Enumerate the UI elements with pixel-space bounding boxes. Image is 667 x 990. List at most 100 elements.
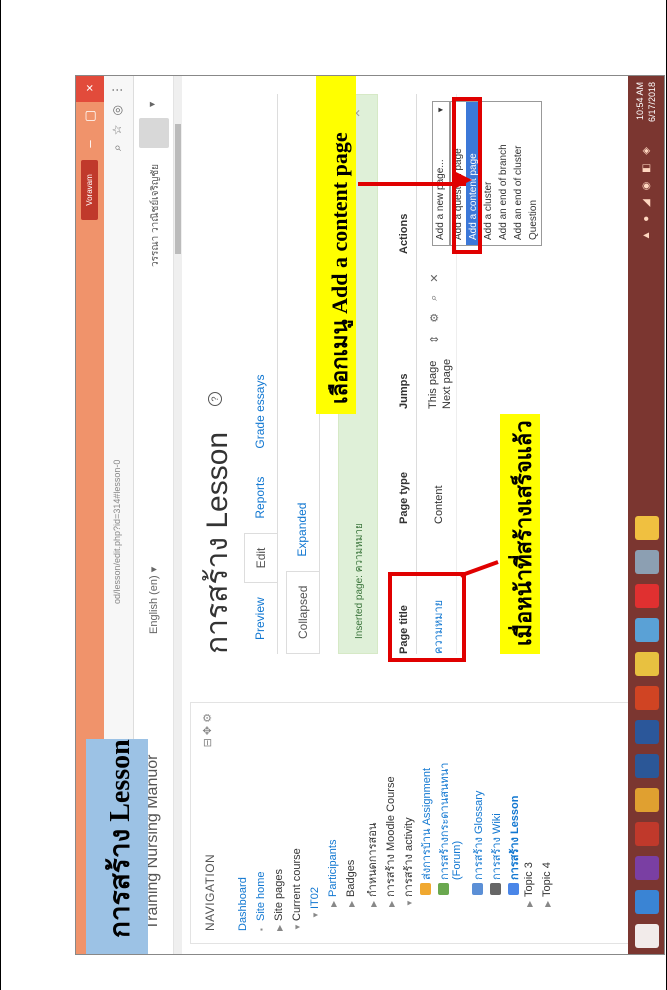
collapse-icon: ▼	[311, 911, 320, 919]
tab-reports[interactable]: Reports	[244, 462, 278, 533]
bullet-icon: ▪	[257, 928, 266, 931]
horizontal-scrollbar[interactable]	[174, 75, 182, 954]
ie-icon[interactable]	[635, 890, 659, 914]
tab-preview[interactable]: Preview	[244, 583, 278, 654]
tab-grade-essays[interactable]: Grade essays	[244, 360, 278, 463]
help-icon[interactable]: ?	[208, 392, 222, 406]
nav-item-label: Topic 4	[541, 862, 553, 897]
note-done-label: เมื่อหน้าที่สร้างเสร็จแล้ว	[500, 414, 540, 654]
tab-collapsed[interactable]: Collapsed	[286, 570, 320, 654]
nav-item-schedule[interactable]: ▶ กำหนดการสอน	[363, 823, 381, 907]
nav-item-label: การสร้าง Glossary	[473, 790, 485, 880]
col-header-jumps: Jumps	[398, 373, 410, 409]
menu-icon[interactable]: ⋮	[110, 84, 125, 96]
nav-item-topic-4[interactable]: ▶ Topic 4	[541, 862, 553, 907]
user-name[interactable]: วรรณา วาณิชย์เจริญชัย	[148, 164, 163, 267]
collapse-icon: ▼	[405, 899, 414, 907]
expand-icon: ▶	[329, 900, 338, 907]
collapse-icon: ▼	[293, 923, 302, 931]
gear-icon[interactable]: ⚙	[428, 313, 441, 323]
block-controls-icon[interactable]: ⊟ ✥ ⚙	[201, 713, 214, 747]
option-cluster[interactable]: Add a cluster	[481, 102, 496, 245]
note-select-label: เลือกเมนู Add a content page	[316, 75, 356, 414]
option-end-cluster[interactable]: Add an end of cluster	[511, 102, 526, 245]
delete-icon[interactable]: ✕	[428, 274, 441, 283]
note-done-text: เมื่อหน้าที่สร้างเสร็จแล้ว	[511, 420, 536, 646]
nav-item-label: กำหนดการสอน	[367, 822, 379, 897]
nav-item-wiki[interactable]: การสร้าง Wiki	[487, 813, 505, 895]
paint-icon[interactable]	[635, 652, 659, 676]
window-controls: – ▢ ×	[76, 75, 104, 158]
nav-item-current-course[interactable]: ▼ Current course	[291, 848, 303, 931]
app-icon-2[interactable]	[635, 618, 659, 642]
maximize-button[interactable]: ▢	[76, 102, 104, 130]
snipping-icon[interactable]	[635, 550, 659, 574]
chevron-down-icon[interactable]: ▼	[147, 100, 157, 109]
nav-item-label: ส่งการบ้าน Assignment	[421, 767, 433, 880]
clock[interactable]: 10:54 AM 6/17/2018	[634, 82, 658, 122]
nav-item-assignment[interactable]: ส่งการบ้าน Assignment	[417, 768, 435, 895]
url-field[interactable]: od/lesson/edit.php?id=314#lesson-0	[112, 460, 122, 604]
nav-item-badges[interactable]: ▶ Badges	[345, 860, 357, 907]
minimize-button[interactable]: –	[76, 130, 104, 158]
onenote-icon[interactable]	[635, 856, 659, 880]
nav-item-participants[interactable]: ▶ Participants	[327, 840, 339, 907]
nav-item-dashboard[interactable]: Dashboard	[237, 877, 249, 931]
nav-item-glossary[interactable]: การสร้าง Glossary	[469, 791, 487, 895]
nav-item-activity[interactable]: ▼ การสร้าง activity	[399, 817, 417, 907]
windows-start-icon[interactable]	[635, 924, 659, 948]
nav-item-moodle-course[interactable]: ▶ การสร้าง Moodle Course	[381, 776, 399, 907]
nav-item-topic-3[interactable]: ▶ Topic 3	[523, 862, 535, 907]
avatar[interactable]	[139, 118, 169, 148]
nav-item-label: Topic 3	[523, 862, 535, 897]
select-value: Add a new page...	[435, 159, 446, 240]
alert-text: Inserted page: ความหมาย	[354, 523, 365, 639]
expand-icon: ▶	[525, 900, 534, 907]
tab-expanded[interactable]: Expanded	[286, 488, 320, 571]
close-button[interactable]: ×	[76, 75, 104, 102]
forum-icon	[438, 883, 449, 895]
nav-item-label: การสร้าง Lesson	[509, 795, 521, 880]
system-tray[interactable]: ▲ ● ◢ ◉ ◧ ◈	[641, 144, 652, 240]
zoom-icon[interactable]: ⌕	[110, 144, 125, 151]
heading-label: การสร้าง Lesson	[86, 739, 148, 954]
address-bar-icons: ⌕ ☆ ◎ ⋮	[110, 84, 125, 151]
nav-item-label: การสร้าง Wiki	[491, 813, 503, 880]
nav-item-course-it02[interactable]: ▼ IT02	[309, 887, 321, 919]
app-icon[interactable]	[635, 822, 659, 846]
nav-item-label: Badges	[345, 859, 357, 897]
star-icon[interactable]: ☆	[110, 124, 125, 135]
search-icon[interactable]: ⌕	[428, 295, 441, 301]
option-end-branch[interactable]: Add an end of branch	[496, 102, 511, 245]
chrome-icon[interactable]	[635, 788, 659, 812]
scrollbar-thumb[interactable]	[175, 124, 181, 254]
word-icon[interactable]	[635, 720, 659, 744]
nav-item-site-pages[interactable]: ▶ Site pages	[273, 869, 285, 931]
acrobat-icon[interactable]	[635, 584, 659, 608]
navigation-title: NAVIGATION	[203, 853, 217, 931]
wiki-icon	[490, 883, 501, 895]
arrow-done-line	[459, 560, 499, 578]
extension-icon[interactable]: ◎	[110, 105, 125, 115]
nav-item-lesson[interactable]: การสร้าง Lesson	[505, 796, 523, 895]
language-menu[interactable]: English (en) ▾	[147, 567, 160, 634]
add-page-select[interactable]: Add a new page... ▼	[432, 101, 450, 246]
row-jump-1: This page	[427, 360, 439, 409]
powerpoint-icon[interactable]	[635, 686, 659, 710]
expand-icon: ▶	[275, 924, 284, 931]
tab-edit[interactable]: Edit	[244, 532, 278, 584]
nav-item-site-home[interactable]: ▪ Site home	[255, 871, 267, 931]
explorer-icon[interactable]	[635, 516, 659, 540]
move-icon[interactable]: ⇕	[428, 335, 441, 344]
nav-item-forum-cont[interactable]: (Forum)	[451, 841, 463, 880]
language-icon[interactable]	[635, 754, 659, 778]
row-actions: ⇕ ⚙ ⌕ ✕	[428, 274, 441, 344]
profile-button[interactable]: Voravam	[81, 160, 98, 220]
lesson-icon	[508, 883, 519, 895]
navigation-block: NAVIGATION ⊟ ✥ ⚙ Dashboard ▪ Site home ▶ S…	[190, 702, 630, 944]
rotated-screenshot: Voravam – ▢ × od/lesson/edit.php?id=314#…	[75, 75, 665, 955]
option-question[interactable]: Question	[526, 102, 541, 245]
row-page-type: Content	[433, 485, 445, 524]
nav-item-label: (Forum)	[451, 840, 463, 880]
page-title: การสร้าง Lesson	[201, 431, 234, 654]
